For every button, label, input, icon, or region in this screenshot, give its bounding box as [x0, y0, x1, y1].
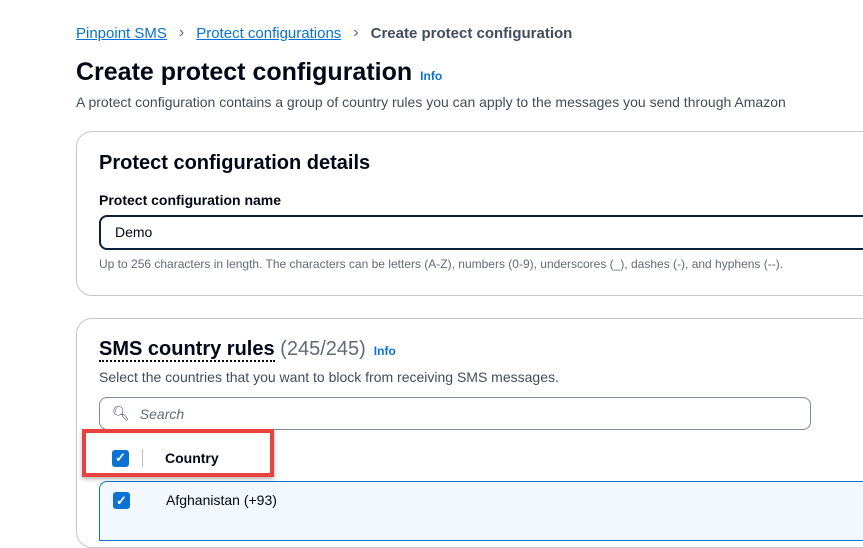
breadcrumb: Pinpoint SMS › Protect configurations › … — [76, 24, 572, 42]
chevron-right-icon: › — [353, 24, 359, 41]
page-description: A protect configuration contains a group… — [76, 94, 786, 110]
info-link[interactable]: Info — [374, 344, 396, 358]
page-title-text: Create protect configuration — [76, 58, 413, 86]
breadcrumb-protect-configurations[interactable]: Protect configurations — [196, 25, 341, 42]
page-title: Create protect configuration Info — [76, 58, 442, 87]
breadcrumb-current: Create protect configuration — [370, 24, 573, 42]
row-checkbox[interactable]: ✓ — [113, 492, 130, 509]
name-input[interactable]: Demo — [99, 215, 863, 250]
info-link[interactable]: Info — [420, 69, 442, 83]
details-panel: Protect configuration details Protect co… — [76, 131, 863, 296]
country-name: Afghanistan (+93) — [166, 492, 277, 508]
rules-title: SMS country rules (245/245) Info — [99, 338, 396, 362]
table-row[interactable]: ✓ Afghanistan (+93) — [99, 481, 863, 541]
rules-description: Select the countries that you want to bl… — [99, 369, 559, 385]
search-placeholder: Search — [139, 405, 185, 422]
search-icon: 🔍︎ — [112, 405, 130, 421]
search-input[interactable]: 🔍︎ Search — [99, 397, 811, 430]
rules-title-text: SMS country rules — [99, 338, 275, 362]
name-hint: Up to 256 characters in length. The char… — [99, 257, 784, 271]
name-label: Protect configuration name — [99, 192, 282, 208]
highlight-box — [82, 429, 274, 477]
rules-count: (245/245) — [280, 338, 366, 360]
chevron-right-icon: › — [178, 24, 185, 41]
breadcrumb-pinpoint-sms[interactable]: Pinpoint SMS — [76, 25, 167, 42]
details-title: Protect configuration details — [99, 152, 371, 174]
